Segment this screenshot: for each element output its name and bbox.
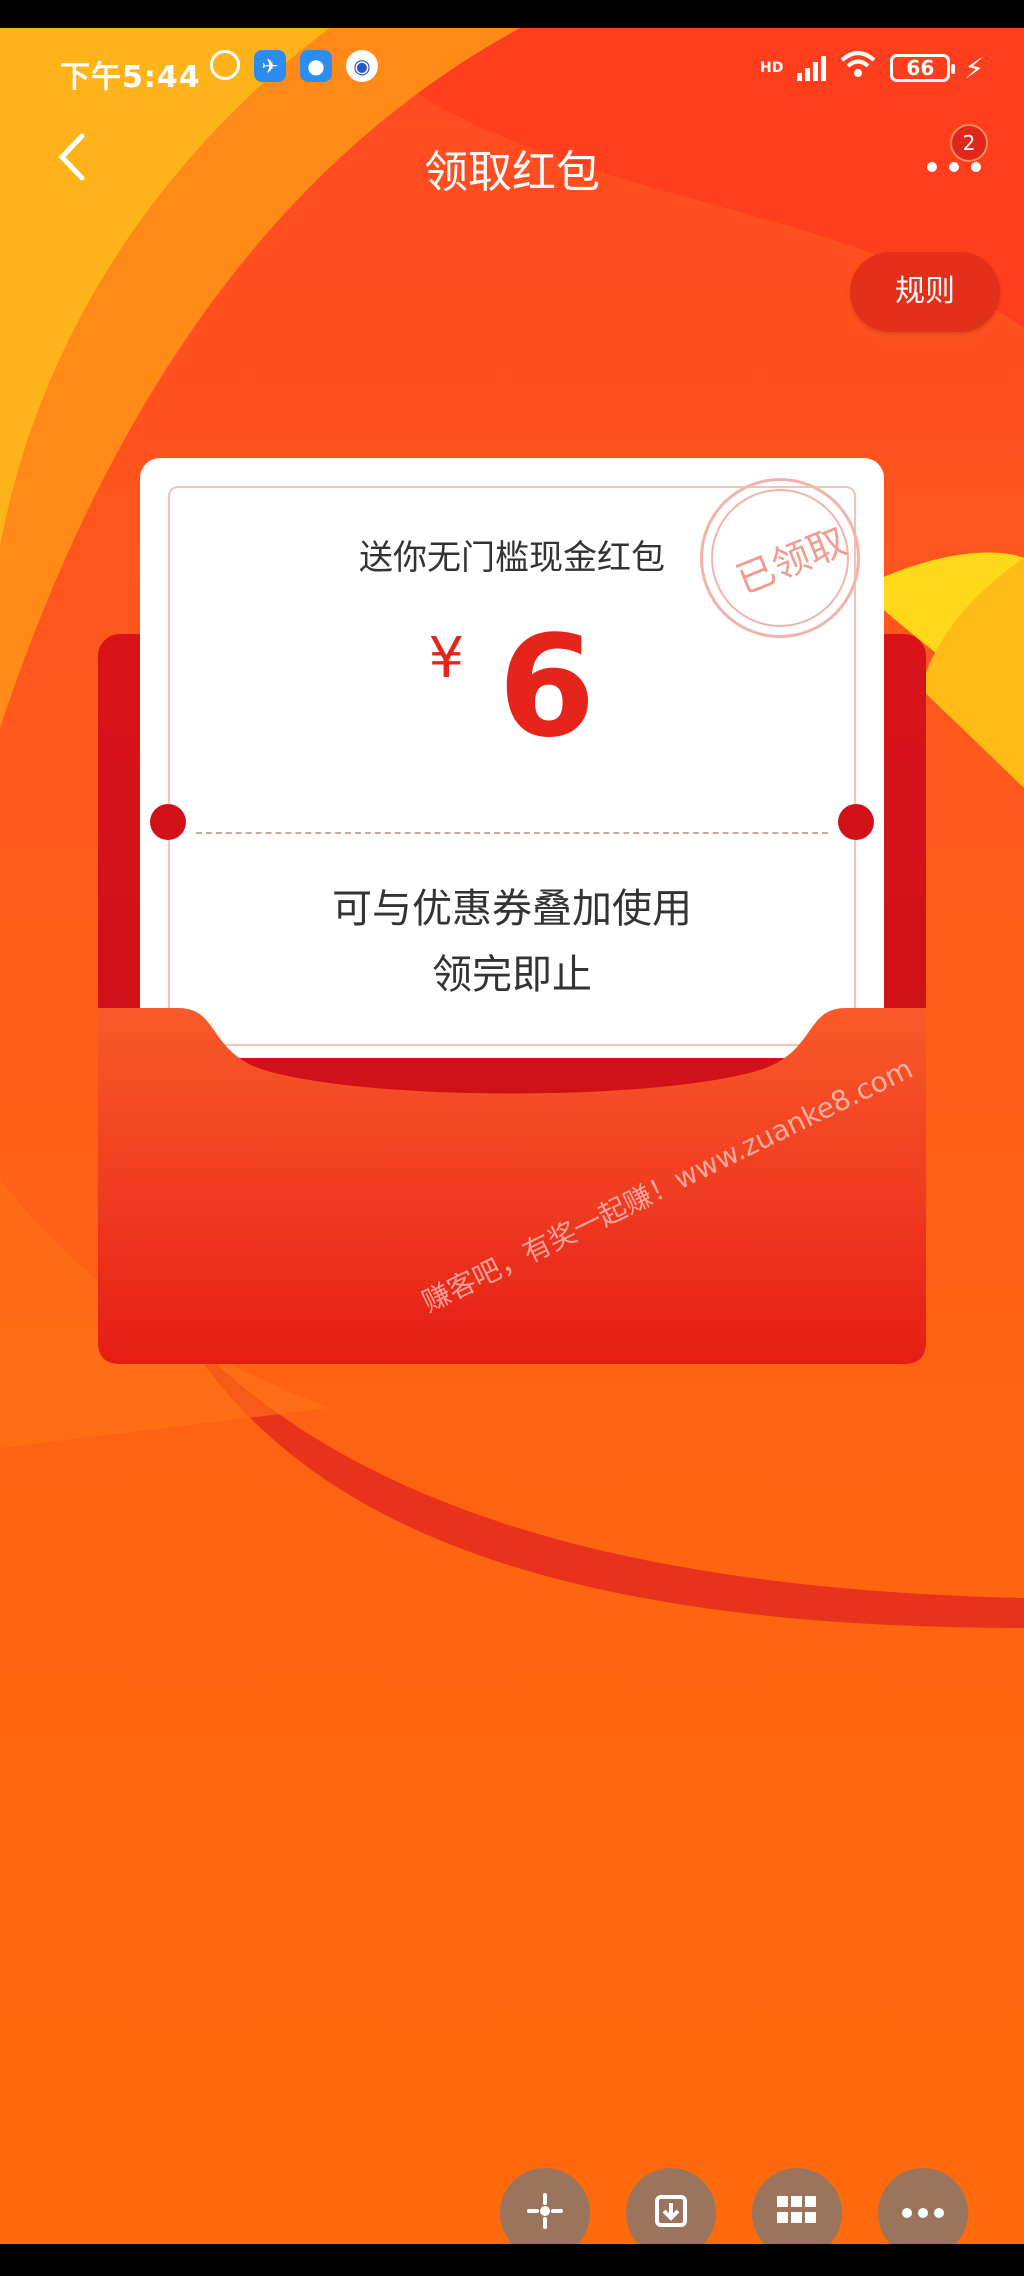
coupon-limit-note: 领完即止 [432, 952, 592, 998]
charging-icon: ⚡ [964, 51, 984, 85]
notification-badge: 2 [950, 124, 988, 162]
battery-level: 66 [906, 56, 935, 80]
chat-notification-icon: ● [300, 50, 332, 82]
coupon-description: 可与优惠券叠加使用 [332, 886, 692, 932]
card-notch-right [838, 804, 874, 840]
alarm-icon [210, 50, 240, 80]
status-time: 下午5:44 [60, 60, 201, 95]
coupon-amount: ¥6 [0, 606, 1024, 769]
battery-icon: 66 [890, 54, 956, 82]
page-title: 领取红包 [424, 147, 600, 198]
app-notification-icon: ✈ [254, 50, 286, 82]
envelope-front [98, 1008, 926, 1364]
more-icon [901, 2204, 945, 2223]
rules-button[interactable]: 规则 [850, 252, 1000, 332]
screen: 下午5:44 ✈ ● ◉ HD 66 ⚡ 领取红包 2 规则 已领取 送你无门槛… [0, 28, 1024, 2244]
card-divider [196, 832, 828, 834]
network-type: HD [759, 60, 784, 76]
envelope-front-shape [98, 1008, 926, 1364]
card-notch-left [150, 804, 186, 840]
status-bar: 下午5:44 ✈ ● ◉ HD 66 ⚡ [0, 28, 1024, 98]
currency-symbol: ¥ [428, 626, 465, 691]
download-icon [651, 2191, 691, 2235]
notification-icons: ✈ ● ◉ [210, 50, 378, 82]
coupon-title: 送你无门槛现金红包 [359, 538, 665, 578]
amount-value: 6 [498, 606, 596, 769]
browser-notification-icon: ◉ [346, 50, 378, 82]
signal-icon [797, 55, 827, 81]
grid-icon [775, 2194, 819, 2232]
sparkle-icon [525, 2191, 565, 2235]
wifi-icon [840, 50, 876, 86]
status-indicators: HD 66 ⚡ [760, 50, 984, 86]
